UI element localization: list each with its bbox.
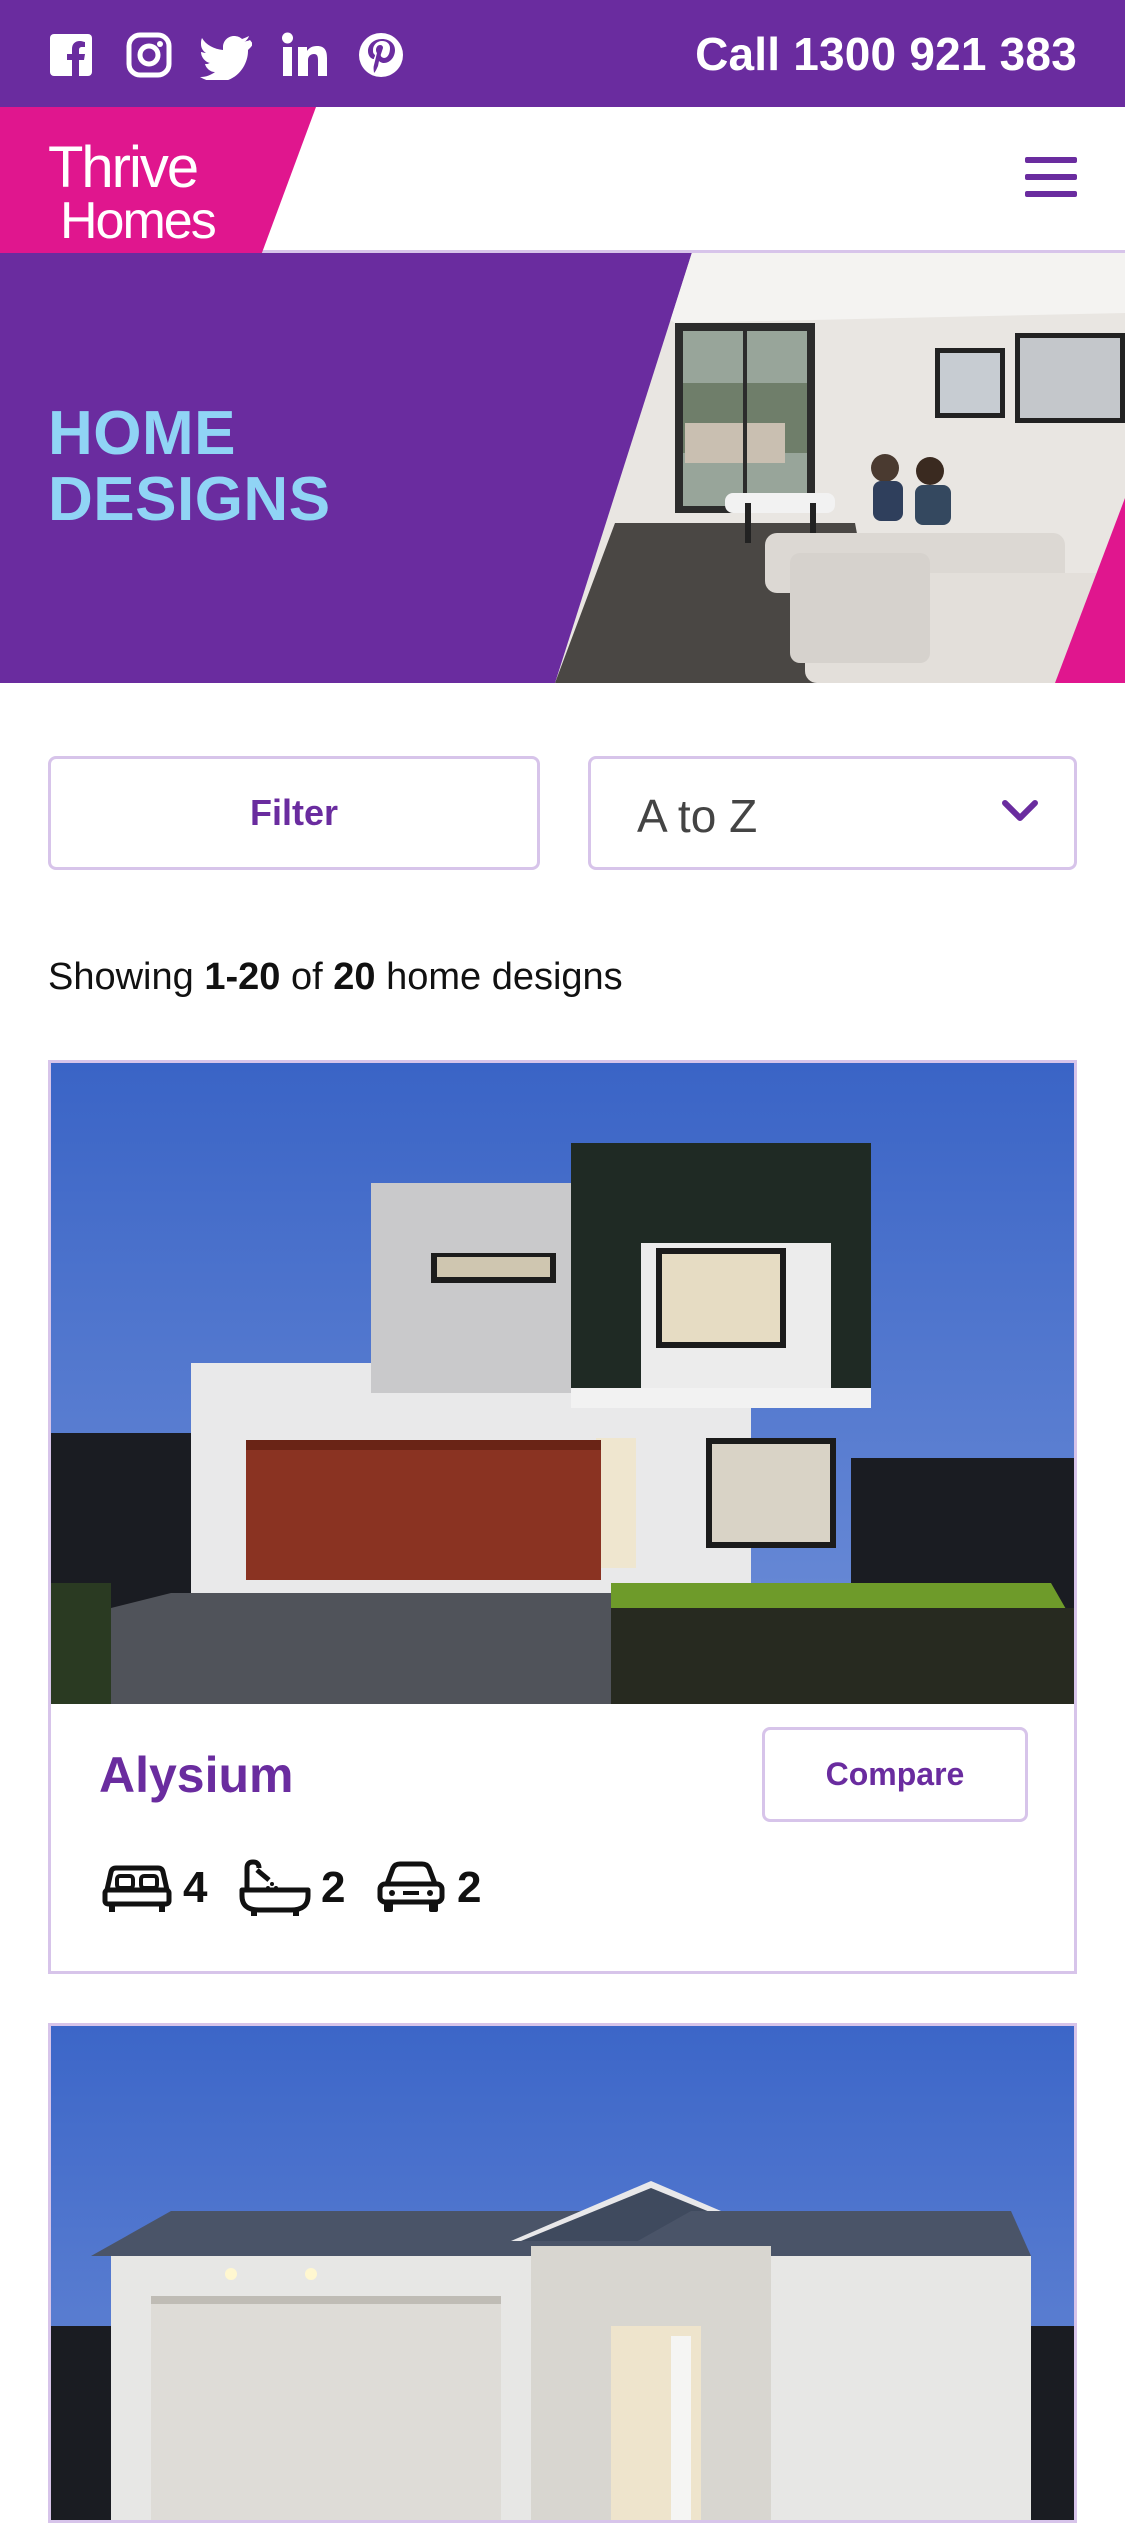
page-title-line2: DESIGNS bbox=[48, 465, 331, 534]
garage-feature: 2 bbox=[375, 1858, 515, 1918]
bedrooms-feature: 4 bbox=[101, 1858, 241, 1918]
results-of: of bbox=[290, 956, 323, 998]
results-suffix: home designs bbox=[386, 956, 623, 998]
results-prefix: Showing bbox=[48, 956, 194, 998]
compare-button[interactable]: Compare bbox=[762, 1727, 1028, 1822]
twitter-icon[interactable] bbox=[200, 30, 252, 80]
results-from: 1 bbox=[204, 956, 226, 998]
page-title-line1: HOME bbox=[48, 399, 236, 468]
garage-count: 2 bbox=[457, 1863, 482, 1912]
results-total: 20 bbox=[333, 956, 376, 998]
sort-selected-value: A to Z bbox=[637, 790, 758, 842]
bedrooms-count: 4 bbox=[183, 1863, 208, 1912]
design-card-image[interactable] bbox=[51, 1063, 1074, 1704]
results-count: Showing 1-20 of 20 home designs bbox=[48, 956, 623, 998]
instagram-icon[interactable] bbox=[124, 30, 174, 80]
bathrooms-feature: 2 bbox=[239, 1858, 379, 1918]
bathrooms-count: 2 bbox=[321, 1863, 346, 1912]
bed-icon bbox=[102, 1865, 172, 1912]
design-card[interactable]: Alysium Compare 4 2 2 bbox=[48, 1060, 1077, 1974]
logo-text-line1: Thrive bbox=[48, 135, 199, 200]
pinterest-icon[interactable] bbox=[356, 30, 406, 80]
facebook-icon[interactable] bbox=[46, 30, 96, 80]
hero-banner: HOME DESIGNS bbox=[0, 253, 1125, 683]
logo-text-line2: Homes bbox=[60, 192, 217, 250]
menu-icon[interactable] bbox=[1025, 157, 1077, 197]
call-phone-link[interactable]: Call 1300 921 383 bbox=[695, 24, 1077, 84]
page-title: HOME DESIGNS bbox=[48, 401, 331, 533]
sort-select[interactable]: A to Z bbox=[588, 756, 1077, 870]
results-to: 20 bbox=[238, 956, 281, 998]
design-card[interactable] bbox=[48, 2023, 1077, 2523]
design-name[interactable]: Alysium bbox=[99, 1745, 294, 1805]
top-bar: Call 1300 921 383 bbox=[0, 0, 1125, 107]
hero-living-room-image bbox=[555, 253, 1125, 683]
design-card-image[interactable] bbox=[51, 2026, 1074, 2520]
filter-button[interactable]: Filter bbox=[48, 756, 540, 870]
car-icon bbox=[377, 1861, 445, 1912]
chevron-down-icon bbox=[1002, 799, 1038, 823]
linkedin-icon[interactable] bbox=[280, 30, 330, 80]
bath-icon bbox=[239, 1859, 311, 1916]
